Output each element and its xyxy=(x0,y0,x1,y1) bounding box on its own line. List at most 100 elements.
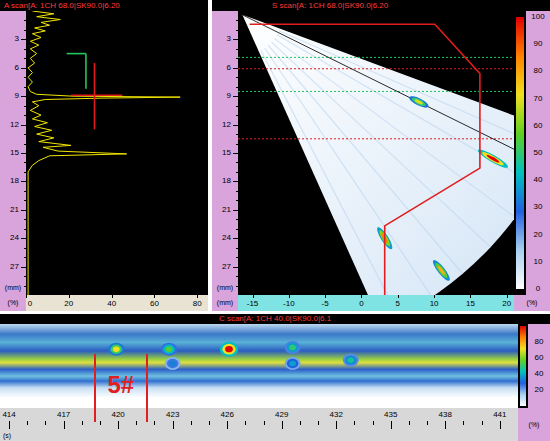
marker-label: 5# xyxy=(108,372,135,398)
indication-zone xyxy=(486,154,500,164)
scale-label: 30 xyxy=(526,202,550,212)
scale-label: 20 xyxy=(528,385,550,395)
reference-line xyxy=(238,91,514,92)
gate-line xyxy=(94,63,96,129)
indication xyxy=(161,343,177,356)
axis-tick xyxy=(445,421,446,429)
indication-zone xyxy=(113,346,120,351)
indication xyxy=(408,94,430,110)
reference-line xyxy=(238,138,514,139)
axis-tick xyxy=(154,421,155,425)
axis-tick xyxy=(507,295,508,298)
ruler-unit: (mm) xyxy=(0,283,26,293)
axis-tick xyxy=(69,295,70,298)
a-scan-axis-row: (%) 020406080 xyxy=(0,295,208,311)
marker-line xyxy=(146,354,148,422)
scale-label: 60 xyxy=(528,353,550,363)
axis-tick xyxy=(336,421,337,429)
axis-tick xyxy=(434,295,435,298)
axis-tick xyxy=(398,295,399,298)
indication xyxy=(220,342,238,357)
gate-line xyxy=(85,54,87,89)
axis-label: 435 xyxy=(384,410,397,420)
axis-label: 40 xyxy=(107,299,116,309)
top-views: A scan[A: 1CH 68.0|SK90.0|6.20 369121518… xyxy=(0,0,550,311)
sector-fan xyxy=(242,15,514,295)
indication-zone xyxy=(165,357,181,370)
axis-tick xyxy=(361,295,362,298)
axis-tick xyxy=(325,295,326,298)
axis-tick xyxy=(191,421,192,425)
indication-zone xyxy=(481,150,505,167)
indication-zone xyxy=(285,357,301,370)
axis-label: 10 xyxy=(430,299,439,309)
c-scan-body: 414417420423426429432435438441(s) 5# 806… xyxy=(0,324,550,441)
axis-tick xyxy=(26,295,27,298)
color-bar-frame xyxy=(518,324,528,408)
axis-tick xyxy=(300,421,301,425)
scale-label: 70 xyxy=(526,94,550,104)
beam-streak xyxy=(261,50,399,295)
gate xyxy=(71,63,122,129)
axis-unit: (%) xyxy=(0,295,26,311)
indication-zone xyxy=(285,341,301,354)
axis-tick xyxy=(82,421,83,425)
color-scale: 1009080706050403020100 xyxy=(526,11,550,295)
axis-tick xyxy=(427,421,428,425)
indication xyxy=(343,354,359,367)
axis-label: 438 xyxy=(439,410,452,420)
axis-label: 414 xyxy=(2,410,15,420)
indication-zone xyxy=(220,342,238,357)
indication-zone xyxy=(343,354,359,367)
axis-tick xyxy=(45,421,46,425)
a-scan-plot-area xyxy=(26,11,208,295)
waveform-line xyxy=(28,11,180,295)
indication-zone xyxy=(408,94,430,110)
c-scan-image xyxy=(0,324,518,408)
ruler-label: 3 xyxy=(227,34,231,44)
axis-tick xyxy=(154,295,155,298)
axis-tick xyxy=(482,421,483,425)
scale-label: 50 xyxy=(526,148,550,158)
indication-zone xyxy=(287,359,299,368)
axis-tick xyxy=(463,421,464,425)
depth-ruler: 369121518212427(mm) xyxy=(0,11,26,295)
axis-tick xyxy=(197,295,198,298)
axis-tick xyxy=(173,421,174,429)
axis-tick xyxy=(9,421,10,429)
amplitude-axis: 020406080 xyxy=(26,295,208,311)
indication-zone xyxy=(289,345,296,350)
axis-label: -10 xyxy=(283,299,295,309)
axis-label: 15 xyxy=(466,299,475,309)
cursor-line xyxy=(242,15,514,149)
ruler-unit: (mm) xyxy=(212,283,238,293)
axis-tick xyxy=(118,421,119,429)
ruler-label: 18 xyxy=(222,176,231,186)
a-scan-plot xyxy=(26,11,208,295)
ruler-label: 6 xyxy=(227,63,231,73)
ruler-label: 21 xyxy=(222,205,231,215)
scale-label: 100 xyxy=(526,12,550,22)
scan-axis: 414417420423426429432435438441(s) xyxy=(0,408,518,441)
s-scan-body: 369121518212427(mm) 10090807060504030201… xyxy=(212,11,550,295)
ruler-label: 9 xyxy=(227,91,231,101)
axis-tick xyxy=(112,295,113,298)
a-scan-panel: A scan[A: 1CH 68.0|SK90.0|6.20 369121518… xyxy=(0,0,208,311)
s-scan-title: S scan[A: 1CH 68.0|SK90.0|6.20 xyxy=(212,0,550,11)
s-scan-plot xyxy=(238,11,514,295)
ruler-label: 24 xyxy=(10,233,19,243)
beam-streak xyxy=(274,39,514,218)
color-bar xyxy=(516,17,524,289)
axis-unit: (s) xyxy=(3,431,11,440)
indication-zone xyxy=(163,345,175,354)
indication-zone xyxy=(289,361,296,366)
axis-tick xyxy=(209,421,210,425)
axis-tick xyxy=(470,295,471,298)
indication-zone xyxy=(345,355,357,364)
scale-label: 80 xyxy=(528,337,550,347)
c-scan-main: 414417420423426429432435438441(s) 5# xyxy=(0,324,518,441)
ruler-label: 18 xyxy=(10,176,19,186)
color-unit: (%) xyxy=(514,295,550,311)
scale-label: 90 xyxy=(526,39,550,49)
axis-label: 20 xyxy=(502,299,511,309)
